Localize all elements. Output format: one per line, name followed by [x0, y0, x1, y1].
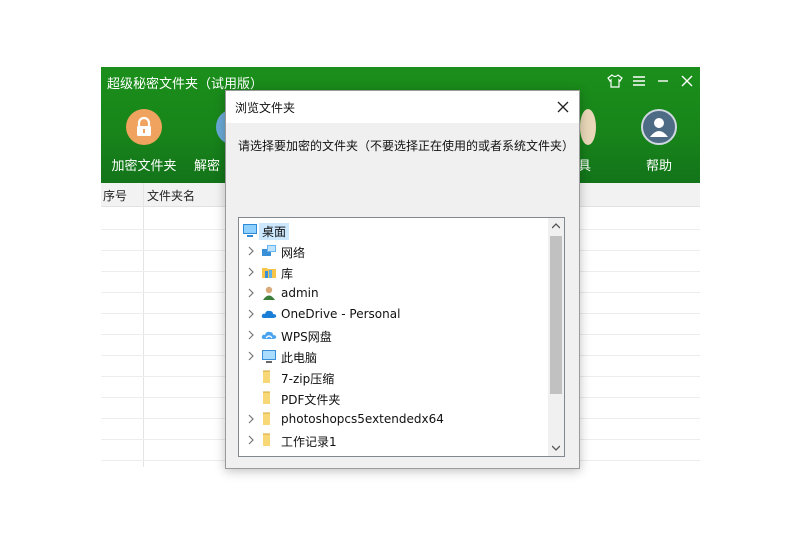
scrollbar-thumb[interactable] — [550, 236, 562, 394]
tree-item-folder[interactable]: PDF文件夹 — [239, 388, 547, 409]
encrypt-folder-label: 加密文件夹 — [111, 159, 177, 174]
chevron-right-icon[interactable] — [246, 288, 256, 298]
column-header-index[interactable]: 序号 — [103, 187, 127, 204]
tree-item-label: 7-zip压缩 — [281, 372, 335, 386]
tree-item-label: admin — [281, 286, 319, 300]
tree-item-folder[interactable]: 7-zip压缩 — [239, 367, 547, 388]
dialog-titlebar: 浏览文件夹 — [226, 91, 579, 123]
encrypt-folder-button[interactable]: 加密文件夹 — [104, 109, 184, 174]
tree-item-label: 网络 — [281, 246, 306, 260]
tree-scrollbar[interactable] — [548, 218, 564, 456]
menu-icon[interactable] — [628, 71, 650, 91]
folder-icon — [263, 370, 270, 383]
wps-cloud-icon — [261, 331, 277, 339]
onedrive-icon — [261, 310, 277, 318]
chevron-right-icon[interactable] — [246, 414, 256, 424]
tree-item-label: 库 — [281, 267, 294, 281]
chevron-right-icon[interactable] — [246, 246, 256, 256]
computer-icon — [262, 350, 276, 363]
help-button[interactable]: 帮助 — [619, 109, 699, 174]
tree-item-label: 此电脑 — [281, 351, 318, 365]
browse-folder-dialog: 浏览文件夹 请选择要加密的文件夹（不要选择正在使用的或者系统文件夹） 桌面 网络… — [225, 90, 580, 469]
close-icon[interactable] — [676, 71, 698, 91]
folder-tree[interactable]: 桌面 网络 库 admin OneDrive - Personal WPS网盘 — [238, 217, 565, 457]
desktop-icon — [243, 224, 257, 237]
dialog-close-icon[interactable] — [551, 95, 575, 119]
column-header-folder-name[interactable]: 文件夹名 — [147, 187, 195, 204]
tree-item-this-pc[interactable]: 此电脑 — [239, 346, 547, 367]
tree-item-desktop[interactable]: 桌面 — [239, 220, 547, 241]
tree-item-label: OneDrive - Personal — [281, 307, 401, 321]
user-icon — [263, 286, 275, 300]
tree-item-folder[interactable]: 工作记录1 — [239, 430, 547, 451]
dialog-instruction: 请选择要加密的文件夹（不要选择正在使用的或者系统文件夹） — [238, 139, 575, 153]
tree-item-label: 工作记录1 — [281, 435, 337, 449]
scroll-down-icon[interactable] — [548, 440, 564, 456]
tree-item-folder[interactable]: photoshopcs5extendedx64 — [239, 409, 547, 430]
tree-item-label: PDF文件夹 — [281, 393, 341, 407]
tree-item-admin[interactable]: admin — [239, 283, 547, 304]
partially-hidden-tool-label: 具 — [578, 159, 592, 174]
network-icon — [262, 245, 276, 256]
chevron-right-icon[interactable] — [246, 435, 256, 445]
chevron-right-icon[interactable] — [246, 309, 256, 319]
partially-hidden-tool-button[interactable]: 具 — [578, 109, 598, 174]
lock-icon — [126, 109, 162, 145]
tree-item-label: photoshopcs5extendedx64 — [281, 412, 444, 426]
folder-icon — [263, 391, 270, 404]
tree-item-library[interactable]: 库 — [239, 262, 547, 283]
dialog-title: 浏览文件夹 — [235, 101, 296, 115]
folder-icon — [263, 412, 270, 425]
minimize-icon[interactable] — [652, 71, 674, 91]
column-divider — [143, 183, 144, 467]
folder-icon — [263, 433, 270, 446]
tree-item-network[interactable]: 网络 — [239, 241, 547, 262]
tool-icon — [580, 109, 596, 145]
library-icon — [262, 268, 276, 278]
chevron-right-icon[interactable] — [246, 351, 256, 361]
help-label: 帮助 — [645, 159, 672, 174]
scroll-up-icon[interactable] — [548, 218, 564, 234]
tree-item-onedrive[interactable]: OneDrive - Personal — [239, 304, 547, 325]
skin-shirt-icon[interactable] — [604, 71, 626, 91]
tree-item-label: WPS网盘 — [281, 330, 332, 344]
chevron-right-icon[interactable] — [246, 330, 256, 340]
tree-item-label: 桌面 — [259, 223, 290, 240]
help-user-icon — [641, 109, 677, 145]
chevron-right-icon[interactable] — [246, 267, 256, 277]
tree-item-wps-cloud[interactable]: WPS网盘 — [239, 325, 547, 346]
